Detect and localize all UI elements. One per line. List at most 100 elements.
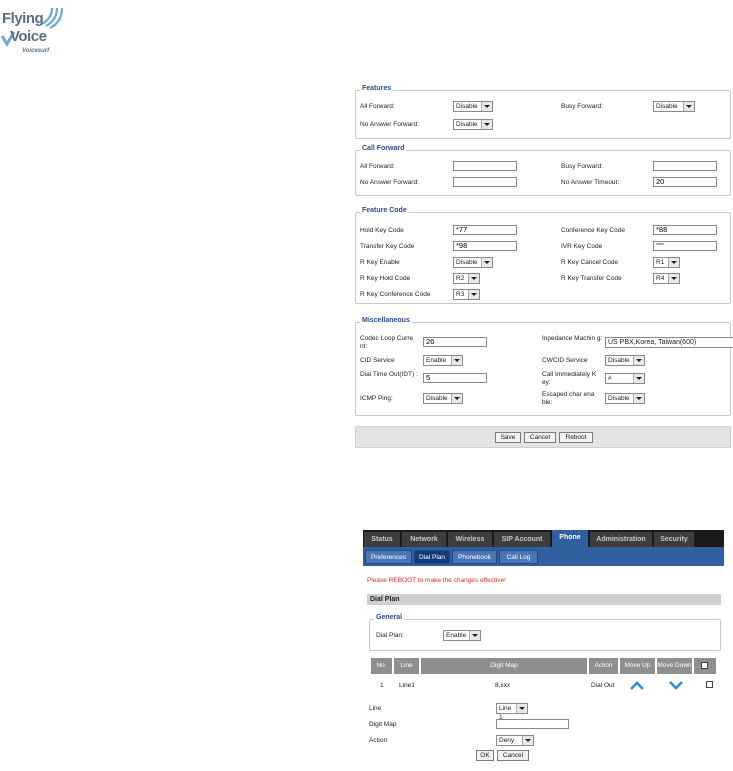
call-forward-legend: Call Forward [360, 145, 407, 152]
general-fieldset: General Dial Plan: Enable [369, 614, 721, 651]
row-line: Line1 [399, 682, 415, 689]
feature-code-fieldset: Feature Code Hold Key Code Conference Ke… [355, 207, 731, 304]
cf-busy-forward-label: Busy Forward: [561, 163, 603, 170]
subtab-phonebook[interactable]: Phonebook [452, 550, 497, 564]
r-key-cancel-select[interactable]: R1 [653, 257, 680, 268]
dial-plan-select[interactable]: Enable [443, 630, 481, 641]
move-down-icon[interactable] [669, 681, 683, 690]
column-header-move-up: Move Up [620, 658, 655, 674]
tab-wireless[interactable]: Wireless [448, 532, 492, 547]
ok-button[interactable]: OK [476, 750, 494, 761]
row-checkbox[interactable] [706, 681, 713, 688]
line-label: Line [369, 705, 382, 712]
column-header-line: Line [394, 658, 419, 674]
busy-forward-label: Busy Forward: [561, 103, 603, 110]
codec-loop-input[interactable] [423, 337, 487, 347]
line-select[interactable]: Line 1 [496, 703, 528, 721]
cwcid-service-label: CWCID Service [542, 357, 588, 364]
chevron-down-icon [683, 102, 694, 111]
features-fieldset: Features All Forward: Disable Busy Forwa… [355, 85, 731, 139]
flying-voice-logo: Flying Voice Voicesurf [0, 4, 72, 62]
cwcid-service-select[interactable]: Disable [605, 355, 645, 366]
r-key-transfer-label: R Key Transfer Code [561, 275, 622, 282]
tab-administration[interactable]: Administration [590, 532, 652, 547]
dial-timeout-input[interactable] [423, 373, 487, 383]
digit-map-label: Digit Map [369, 721, 397, 728]
hold-key-input[interactable] [453, 225, 517, 235]
subtab-preferences[interactable]: Preferences [365, 550, 412, 564]
cf-all-forward-input[interactable] [453, 161, 517, 171]
cf-no-answer-timeout-input[interactable] [653, 177, 717, 187]
column-header-action: Action [589, 658, 618, 674]
chevron-down-icon [633, 356, 644, 365]
busy-forward-select[interactable]: Disable [653, 101, 695, 112]
subtab-call-log[interactable]: Call Log [499, 550, 538, 564]
cf-no-answer-forward-input[interactable] [453, 177, 517, 187]
action-select[interactable]: Deny [496, 735, 534, 746]
r-key-enable-label: R Key Enable [360, 259, 400, 266]
ivr-key-input[interactable] [653, 241, 717, 251]
impedance-label: Inpedance Machin g: [542, 335, 603, 342]
call-immediately-select[interactable]: # [605, 373, 645, 384]
tab-sip-account[interactable]: SIP Account [494, 532, 550, 547]
chevron-down-icon [481, 120, 492, 129]
chevron-down-icon [668, 274, 679, 283]
call-forward-fieldset: Call Forward All Forward: Busy Forward: … [355, 145, 731, 196]
miscellaneous-legend: Miscellaneous [360, 317, 412, 324]
r-key-cancel-label: R Key Cancel Code [561, 259, 619, 266]
all-forward-select[interactable]: Disable [453, 101, 493, 112]
move-up-icon[interactable] [630, 681, 644, 690]
reboot-warning: Please REBOOT to make the changes effect… [367, 577, 506, 584]
logo-text-line2: Voice [10, 28, 47, 45]
cid-service-select[interactable]: Enable [423, 355, 463, 366]
chevron-down-icon [469, 631, 480, 640]
save-button[interactable]: Save [495, 432, 521, 443]
sub-tab-bar: Preferences Dial Plan Phonebook Call Log [363, 547, 724, 566]
main-tab-bar: Status Network Wireless SIP Account Phon… [363, 530, 724, 547]
row-digit-map: 8,xxx [495, 682, 511, 689]
miscellaneous-fieldset: Miscellaneous Codec Loop Curre nt: Inped… [355, 317, 733, 416]
row-no: 1 [380, 682, 384, 689]
select-all-checkbox[interactable] [701, 662, 708, 669]
impedance-select[interactable]: US PBX,Korea, Taiwan(600) [605, 337, 733, 348]
tab-phone[interactable]: Phone [552, 530, 588, 547]
cf-busy-forward-input[interactable] [653, 161, 717, 171]
subtab-dial-plan[interactable]: Dial Plan [414, 550, 450, 564]
dial-plan-section-title: Dial Plan [367, 594, 721, 605]
transfer-key-input[interactable] [453, 241, 517, 251]
dial-plan-panel: Status Network Wireless SIP Account Phon… [363, 530, 724, 771]
reboot-button[interactable]: Reboot [559, 432, 593, 443]
digit-map-input[interactable] [496, 719, 569, 729]
r-key-enable-select[interactable]: Disable [453, 257, 493, 268]
conference-key-input[interactable] [653, 225, 717, 235]
column-header-no: No. [371, 658, 392, 674]
phone-preferences-panel: Features All Forward: Disable Busy Forwa… [353, 84, 733, 450]
no-answer-forward-select[interactable]: Disable [453, 119, 493, 130]
r-key-transfer-select[interactable]: R4 [653, 273, 680, 284]
r-key-conference-select[interactable]: R3 [453, 289, 480, 300]
codec-loop-label: Codec Loop Curre nt: [360, 335, 414, 350]
tab-network[interactable]: Network [402, 532, 446, 547]
transfer-key-label: Transfer Key Code [360, 243, 415, 250]
chevron-down-icon [481, 102, 492, 111]
hold-key-label: Hold Key Code [360, 227, 404, 234]
ivr-key-label: IVR Key Code [561, 243, 603, 250]
action-label: Action [369, 737, 388, 744]
dial-timeout-label: Dial Time Out(IDT) : [360, 371, 418, 378]
all-forward-label: All Forward: [360, 103, 395, 110]
chevron-down-icon [516, 704, 527, 713]
icmp-ping-select[interactable]: Disable [423, 393, 463, 404]
tab-security[interactable]: Security [654, 532, 694, 547]
no-answer-forward-label: No Answer Forward: [360, 121, 419, 128]
cancel-button[interactable]: Cancel [524, 432, 556, 443]
dial-plan-cancel-button[interactable]: Cancel [497, 750, 529, 761]
r-key-hold-label: R Key Hold Code [360, 275, 411, 282]
escaped-char-select[interactable]: Disable [605, 393, 645, 404]
logo-text-line1: Flying [2, 10, 44, 27]
cf-no-answer-timeout-label: No Answer Timeout: [561, 179, 620, 186]
general-legend: General [374, 614, 405, 621]
tab-status[interactable]: Status [364, 532, 400, 547]
row-action: Dial Out [591, 682, 615, 689]
column-header-digit-map: Digit Map [421, 658, 587, 674]
r-key-hold-select[interactable]: R2 [453, 273, 480, 284]
